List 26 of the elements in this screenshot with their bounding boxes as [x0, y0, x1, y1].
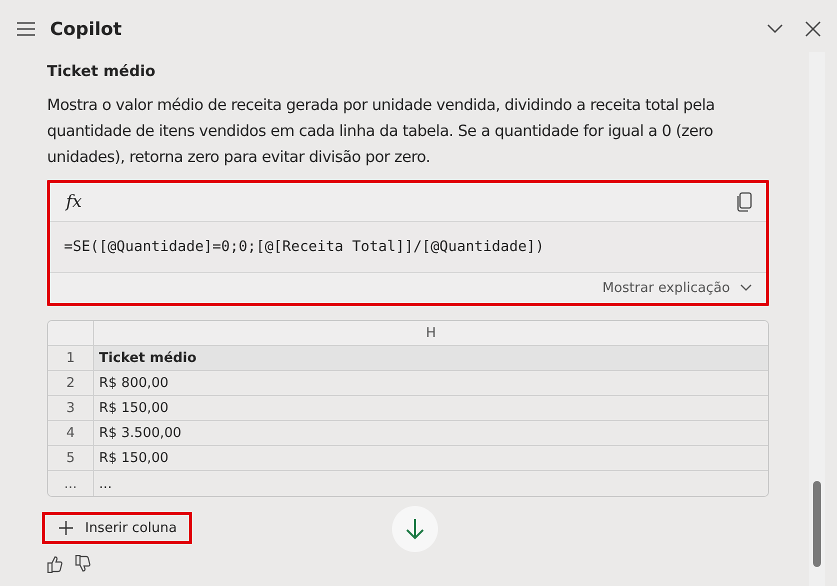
row-number: 2 — [48, 371, 94, 396]
column-header: H — [94, 321, 768, 346]
description-text: Mostra o valor médio de receita gerada por unidade vendida, dividindo a receita total pela quantidade de itens vendidos em cada linha da tabela. Se a quantidade for igual a 0 (zero unidades), retorna zero para evitar divisão por zero. — [47, 95, 716, 168]
scrollbar-thumb[interactable] — [813, 481, 821, 567]
plus-icon — [59, 521, 73, 535]
chevron-down-icon — [740, 284, 752, 292]
thumbs-down-icon[interactable] — [75, 555, 91, 573]
row-number: 5 — [48, 446, 94, 471]
menu-icon[interactable] — [16, 21, 36, 37]
scroll-down-button[interactable] — [392, 506, 438, 552]
close-icon[interactable] — [805, 21, 821, 37]
row-number: ... — [48, 471, 94, 496]
row-number: 4 — [48, 421, 94, 446]
formula-text: =SE([@Quantidade]=0;0;[@[Receita Total]]/[@Quantidade]) — [50, 222, 766, 273]
row-number: 3 — [48, 396, 94, 421]
row-number: 1 — [48, 346, 94, 371]
header-cell: Ticket médio — [94, 346, 768, 371]
insert-column-button[interactable]: Inserir coluna — [42, 512, 192, 544]
chevron-down-icon[interactable] — [767, 24, 783, 34]
arrow-down-icon — [406, 518, 424, 540]
panel-title: Copilot — [50, 18, 123, 40]
section-title: Ticket médio — [47, 62, 156, 80]
copy-icon[interactable] — [736, 192, 752, 212]
show-explanation-button[interactable]: Mostrar explicação — [602, 280, 752, 296]
thumbs-up-icon[interactable] — [47, 555, 63, 573]
function-label: fx — [66, 192, 82, 212]
